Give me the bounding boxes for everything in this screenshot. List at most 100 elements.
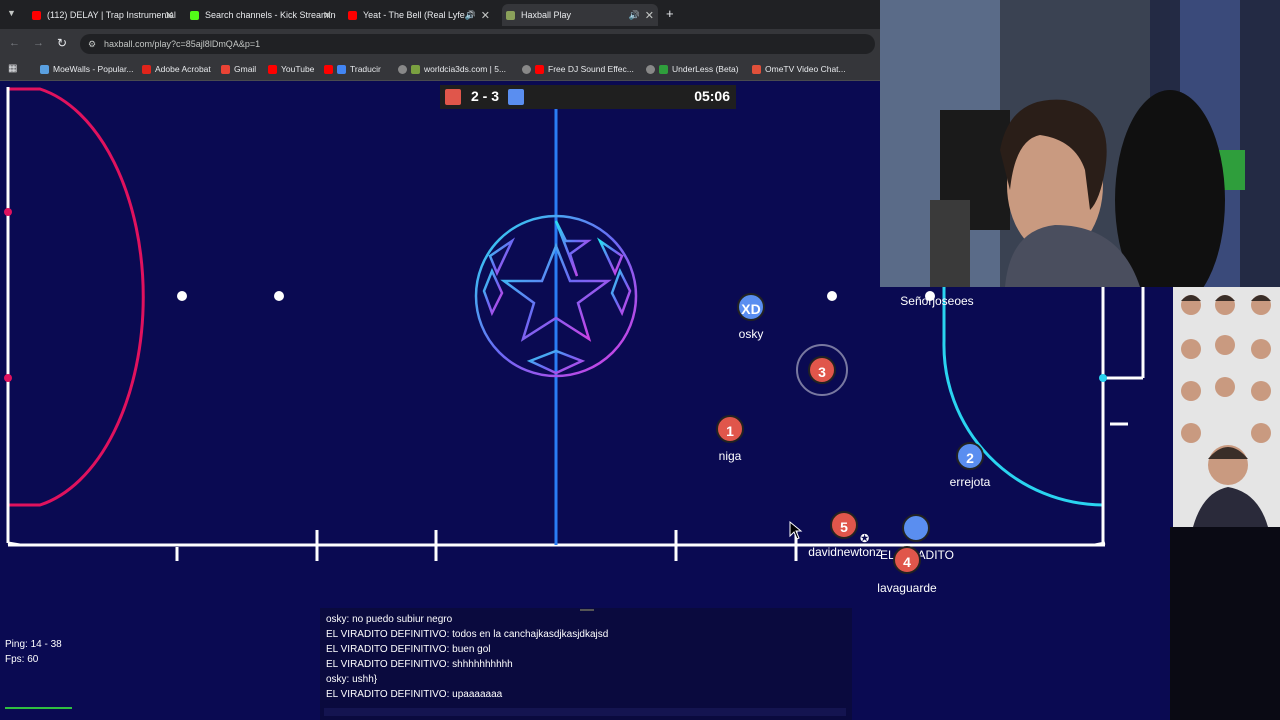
- player-name: lavaguarde: [877, 581, 937, 595]
- ometv-icon: [752, 64, 761, 74]
- tab-kick[interactable]: Search channels - Kick Streaming ✕: [186, 4, 336, 26]
- player-number: 5: [840, 519, 848, 535]
- bookmark-label: YouTube: [281, 64, 315, 74]
- fps-text: Fps: 60: [5, 654, 39, 665]
- collage-graphic: [1173, 287, 1280, 527]
- bookmark-worldcia[interactable]: worldcia3ds.com | 5...: [398, 64, 506, 74]
- bookmark-label: Adobe Acrobat: [155, 64, 211, 74]
- blue-team-icon: [508, 89, 524, 105]
- bookmark-moewalls[interactable]: MoeWalls - Popular...: [40, 64, 133, 74]
- site-info-icon[interactable]: ⚙: [88, 34, 96, 54]
- player-disc: 4: [893, 546, 921, 574]
- tab-list-chevron-icon[interactable]: ▼: [7, 8, 16, 18]
- left-goalpost-top: [4, 208, 12, 216]
- close-icon[interactable]: ✕: [165, 9, 174, 22]
- field-marker: [274, 291, 284, 301]
- player-disc: 5: [830, 511, 858, 539]
- bookmark-label: Traducir: [350, 64, 381, 74]
- mouse-cursor-icon: [789, 520, 803, 540]
- bookmark-label: MoeWalls - Popular...: [53, 64, 134, 74]
- gmail-icon: [221, 64, 230, 74]
- bookmark-label: UnderLess (Beta): [672, 64, 739, 74]
- fps-graph: [5, 707, 72, 709]
- globe-icon: [646, 64, 655, 74]
- speaker-icon[interactable]: 🔊: [465, 10, 476, 21]
- player-disc: 1: [716, 415, 744, 443]
- webcam-overlay: [880, 0, 1280, 287]
- translate-icon: [337, 64, 346, 74]
- player-number: 4: [903, 554, 911, 570]
- youtube-icon: [32, 10, 41, 20]
- right-goalpost: [1099, 374, 1107, 382]
- chat-message: osky: no puedo subiur negro: [326, 614, 453, 625]
- youtube-icon: [324, 64, 333, 74]
- faces-collage-image: [1173, 287, 1280, 527]
- new-tab-icon[interactable]: +: [666, 6, 674, 21]
- bookmark-ometv[interactable]: OmeTV Video Chat...: [752, 64, 846, 74]
- field-marker: [177, 291, 187, 301]
- left-penalty-area: [8, 87, 145, 507]
- left-goalpost-bottom: [4, 374, 12, 382]
- url-input[interactable]: ⚙ haxball.com/play?c=85ajl8lDmQA&p=1: [80, 34, 875, 54]
- player-disc: 3: [808, 356, 836, 384]
- chat-log: osky: no puedo subiur negro EL VIRADITO …: [320, 608, 852, 702]
- tab-yeat[interactable]: Yeat - The Bell (Real Lyfe Sh 🔊 ✕: [344, 4, 494, 26]
- youtube-icon: [535, 64, 544, 74]
- url-text: haxball.com/play?c=85ajl8lDmQA&p=1: [104, 39, 261, 49]
- close-icon[interactable]: ✕: [481, 9, 490, 22]
- player-name: niga: [718, 449, 742, 463]
- speaker-icon[interactable]: 🔊: [629, 10, 640, 21]
- bookmark-underless[interactable]: UnderLess (Beta): [646, 64, 739, 74]
- chat-message: osky: ushh}: [326, 674, 378, 685]
- player-disc: XD: [737, 293, 765, 321]
- tab-title: Search channels - Kick Streaming: [205, 10, 336, 20]
- player-disc: [902, 514, 930, 542]
- chat-message: EL VIRADITO DEFINITIVO: upaaaaaaa: [326, 689, 503, 700]
- player-name: osky: [738, 327, 764, 341]
- streamer-webcam-image: [880, 0, 1280, 287]
- bookmark-gmail[interactable]: Gmail: [221, 64, 256, 74]
- ball-icon: ✪: [860, 533, 870, 545]
- player-name: errejota: [949, 475, 991, 489]
- tab-title: Haxball Play: [521, 10, 572, 20]
- forward-icon[interactable]: →: [33, 37, 44, 49]
- browser-tab-bar: ▼ (112) DELAY | Trap Instrumental ✕ Sear…: [0, 0, 880, 29]
- ping-text: Ping: 14 - 38: [5, 639, 62, 650]
- player-number: 2: [966, 450, 974, 466]
- bookmarks-bar: ▦ MoeWalls - Popular... Adobe Acrobat Gm…: [0, 59, 880, 81]
- apps-icon[interactable]: ▦: [8, 63, 17, 74]
- moewalls-icon: [40, 64, 49, 74]
- kick-icon: [190, 10, 199, 20]
- tab-delay[interactable]: (112) DELAY | Trap Instrumental ✕: [28, 4, 178, 26]
- chat-message: EL VIRADITO DEFINITIVO: shhhhhhhhhh: [326, 659, 513, 670]
- red-team-icon: [445, 89, 461, 105]
- underless-icon: [659, 64, 668, 74]
- bookmark-adobe[interactable]: Adobe Acrobat: [142, 64, 211, 74]
- close-icon[interactable]: ✕: [645, 9, 654, 22]
- right-penalty-area: [942, 287, 1104, 507]
- bookmark-freedj[interactable]: Free DJ Sound Effec...: [522, 64, 634, 74]
- bookmark-label: worldcia3ds.com | 5...: [424, 64, 507, 74]
- bookmark-youtube[interactable]: YouTube: [268, 64, 314, 74]
- chat-input[interactable]: [324, 708, 846, 716]
- score-text: 2 - 3: [470, 88, 499, 104]
- chat-resize-handle[interactable]: [580, 609, 594, 611]
- youtube-icon: [348, 10, 357, 20]
- globe-icon: [398, 64, 407, 74]
- bookmark-label: Gmail: [234, 64, 257, 74]
- tab-title: (112) DELAY | Trap Instrumental: [47, 10, 176, 20]
- reload-icon[interactable]: ↻: [57, 36, 67, 50]
- bookmark-label: Free DJ Sound Effec...: [548, 64, 634, 74]
- bookmark-traducir[interactable]: Traducir: [324, 64, 381, 74]
- close-icon[interactable]: ✕: [323, 9, 332, 22]
- adobe-icon: [142, 64, 151, 74]
- tab-haxball[interactable]: Haxball Play 🔊 ✕: [502, 4, 658, 26]
- chat-panel: osky: no puedo subiur negro EL VIRADITO …: [320, 608, 852, 720]
- match-timer: 05:06: [694, 88, 730, 104]
- player-number: 1: [726, 423, 734, 439]
- address-bar-row: ← → ↻ ⚙ haxball.com/play?c=85ajl8lDmQA&p…: [0, 29, 880, 59]
- field-marker: [827, 291, 837, 301]
- globe-icon: [522, 64, 531, 74]
- back-icon[interactable]: ←: [9, 37, 20, 49]
- player-number: XD: [741, 301, 761, 317]
